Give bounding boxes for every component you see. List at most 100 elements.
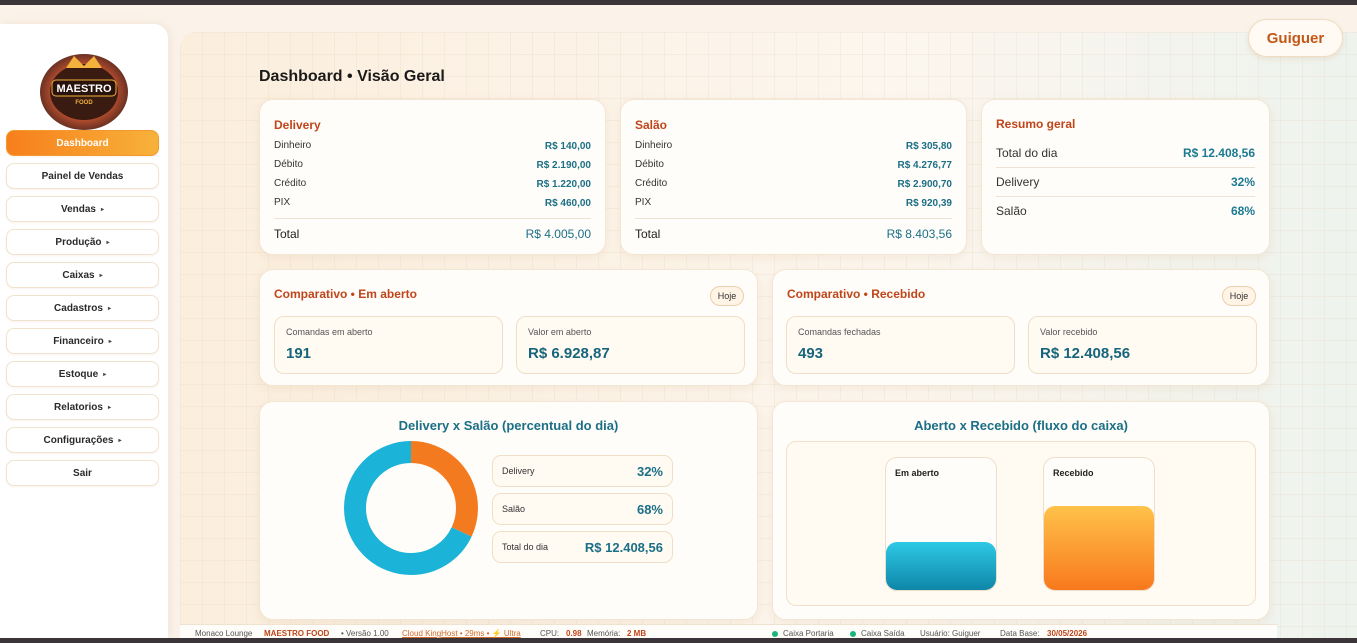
sidebar-item-label: Painel de Vendas: [41, 170, 124, 182]
sidebar-item-0[interactable]: Dashboard: [6, 130, 159, 156]
legend-item-salao: Salão 68%: [492, 493, 673, 525]
footer-caixa-saida: Caixa Saída: [861, 629, 905, 638]
delivery-total-value: R$ 4.005,00: [525, 227, 591, 241]
status-footer: Monaco Lounge MAESTRO FOOD • Versão 1.00…: [180, 624, 1277, 638]
delivery-row-value: R$ 140,00: [544, 141, 591, 152]
salao-row-value: R$ 920,39: [905, 198, 952, 209]
sidebar-item-label: Financeiro: [53, 335, 104, 347]
window-top-bar: [0, 0, 1357, 5]
stat-value: 493: [798, 345, 824, 362]
sidebar-item-label: Estoque: [58, 368, 99, 380]
donut-chart-title: Delivery x Salão (percentual do dia): [398, 418, 619, 433]
user-menu-button[interactable]: Guiguer: [1248, 19, 1343, 57]
sidebar-item-10[interactable]: Sair: [6, 460, 159, 486]
legend-label: Salão: [502, 504, 526, 514]
divider: [996, 167, 1255, 168]
stat-label: Valor em aberto: [528, 327, 592, 337]
salao-row-label: Débito: [635, 159, 664, 170]
sidebar-item-4[interactable]: Caixas ▸: [6, 262, 159, 288]
footer-data-base-label: Data Base:: [1000, 629, 1040, 638]
maestro-food-logo: MAESTRO FOOD: [36, 44, 132, 134]
sidebar-item-6[interactable]: Financeiro ▸: [6, 328, 159, 354]
stat-label: Comandas em aberto: [286, 327, 373, 337]
stat-value: R$ 6.928,87: [528, 345, 610, 362]
salao-row-label: PIX: [635, 197, 652, 208]
status-dot-icon: [850, 631, 856, 637]
sidebar-item-9[interactable]: Configurações ▸: [6, 427, 159, 453]
page-title: Dashboard • Visão Geral: [259, 68, 445, 85]
delivery-row-label: Crédito: [274, 178, 307, 189]
delivery-row-value: R$ 460,00: [544, 198, 591, 209]
stat-label: Valor recebido: [1040, 327, 1098, 337]
footer-mem-label: Memória:: [587, 629, 621, 638]
submenu-caret-icon: ▸: [107, 404, 111, 411]
resumo-card-title: Resumo geral: [996, 117, 1076, 131]
divider: [635, 218, 952, 219]
submenu-caret-icon: ▸: [101, 206, 105, 213]
salao-total-label: Total: [635, 227, 661, 241]
period-filter-button[interactable]: Hoje: [1222, 286, 1256, 306]
resumo-row-value: R$ 12.408,56: [1182, 146, 1255, 160]
legend-value: R$ 12.408,56: [584, 540, 663, 555]
bar-label: Em aberto: [895, 468, 940, 478]
submenu-caret-icon: ▸: [107, 305, 111, 312]
comparativo-recebido-title: Comparativo • Recebido: [787, 287, 926, 301]
legend-item-delivery: Delivery 32%: [492, 455, 673, 487]
sidebar-item-label: Vendas: [60, 203, 96, 215]
bar-fill-em-aberto: [886, 541, 996, 590]
delivery-row-label: Débito: [274, 159, 303, 170]
footer-usuario: Usuário: Guiguer: [920, 629, 981, 638]
footer-cpu-value: 0.98: [566, 629, 582, 638]
footer-host-link[interactable]: Cloud KingHost • 29ms • ⚡ Ultra: [402, 629, 521, 638]
divider: [274, 218, 591, 219]
comparativo-recebido-card: Comparativo • Recebido Hoje Comandas fec…: [772, 269, 1270, 386]
resumo-row-label: Delivery: [996, 175, 1040, 189]
legend-label: Delivery: [502, 466, 535, 476]
sidebar-item-1[interactable]: Painel de Vendas: [6, 163, 159, 189]
resumo-geral-card: Resumo geral Total do dia R$ 12.408,56 D…: [981, 99, 1270, 255]
bar-recebido: Recebido: [1043, 457, 1155, 591]
submenu-caret-icon: ▸: [108, 338, 112, 345]
stat-valor-recebido: Valor recebido R$ 12.408,56: [1028, 316, 1257, 374]
stat-value: R$ 12.408,56: [1040, 345, 1131, 362]
salao-row-value: R$ 305,80: [905, 141, 952, 152]
footer-data-base-value: 30/05/2026: [1047, 629, 1088, 638]
svg-text:FOOD: FOOD: [75, 100, 93, 106]
sidebar-item-3[interactable]: Produção ▸: [6, 229, 159, 255]
stat-comandas-fechadas: Comandas fechadas 493: [786, 316, 1015, 374]
resumo-row-label: Total do dia: [996, 146, 1058, 160]
sidebar-item-5[interactable]: Cadastros ▸: [6, 295, 159, 321]
delivery-card: Delivery Dinheiro R$ 140,00 Débito R$ 2.190…: [259, 99, 606, 255]
resumo-row-value: 68%: [1230, 204, 1255, 218]
divider: [996, 196, 1255, 197]
sidebar-item-2[interactable]: Vendas ▸: [6, 196, 159, 222]
flow-chart-title: Aberto x Recebido (fluxo do caixa): [914, 418, 1128, 433]
salao-row-label: Crédito: [635, 178, 668, 189]
resumo-row-label: Salão: [996, 204, 1027, 218]
sidebar-item-7[interactable]: Estoque ▸: [6, 361, 159, 387]
status-dot-icon: [772, 631, 778, 637]
footer-mem-value: 2 MB: [627, 629, 647, 638]
legend-value: 68%: [636, 502, 663, 517]
sidebar-item-label: Configurações: [43, 434, 114, 446]
legend-item-total: Total do dia R$ 12.408,56: [492, 531, 673, 563]
period-filter-button[interactable]: Hoje: [710, 286, 744, 306]
delivery-row-value: R$ 2.190,00: [536, 160, 592, 171]
resumo-row-value: 32%: [1230, 175, 1255, 189]
sidebar-item-label: Cadastros: [54, 302, 103, 314]
salao-card: Salão Dinheiro R$ 305,80 Débito R$ 4.276,77…: [620, 99, 967, 255]
delivery-row-label: PIX: [274, 197, 291, 208]
comparativo-aberto-title: Comparativo • Em aberto: [274, 287, 417, 301]
stat-label: Comandas fechadas: [798, 327, 881, 337]
sidebar-item-8[interactable]: Relatorios ▸: [6, 394, 159, 420]
window-bottom-bar: [0, 638, 1357, 643]
flow-chart-panel: [786, 441, 1256, 606]
salao-row-label: Dinheiro: [635, 140, 673, 151]
submenu-caret-icon: ▸: [106, 239, 110, 246]
footer-cpu-label: CPU:: [540, 629, 560, 638]
bar-fill-recebido: [1044, 505, 1154, 590]
salao-row-value: R$ 4.276,77: [897, 160, 953, 171]
sidebar-item-label: Sair: [73, 467, 92, 479]
delivery-row-value: R$ 1.220,00: [536, 179, 592, 190]
footer-store: Monaco Lounge: [195, 629, 253, 638]
